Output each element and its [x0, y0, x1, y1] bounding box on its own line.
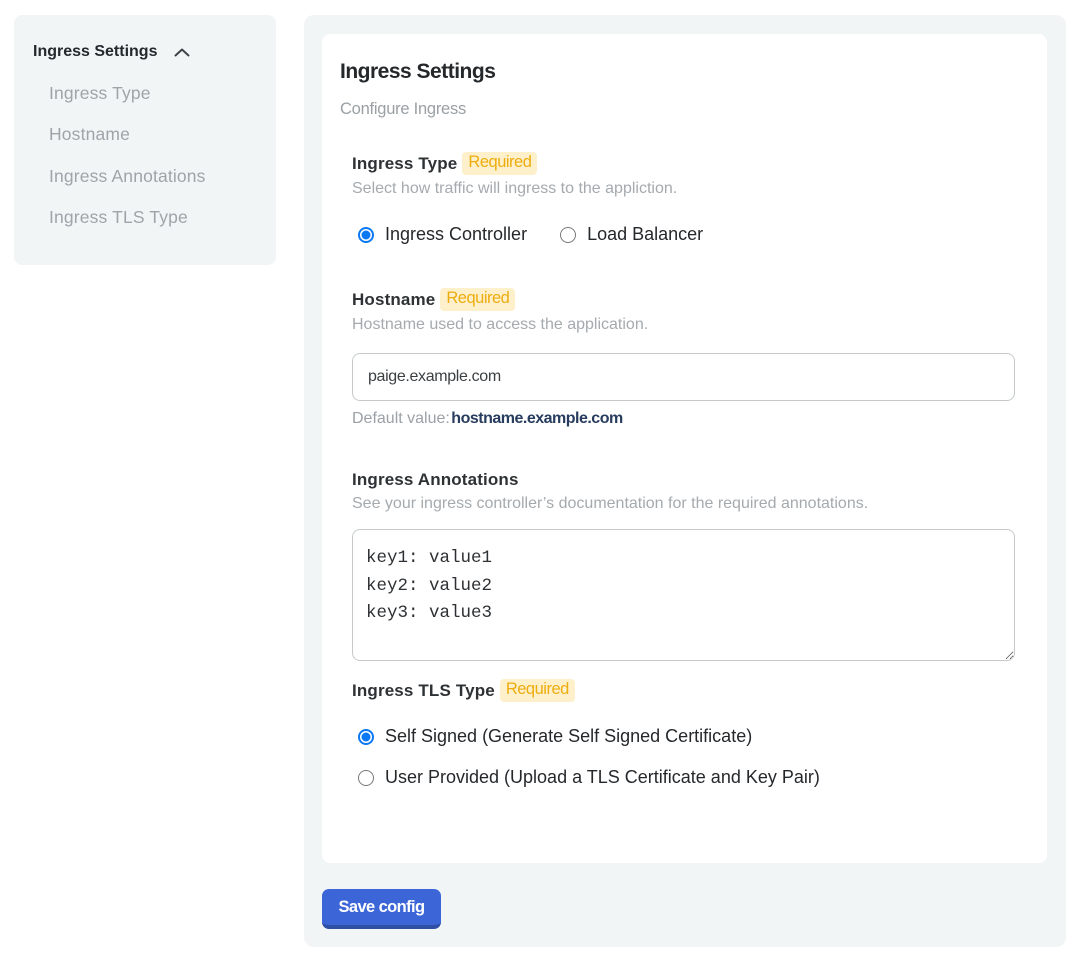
- section-hostname: Hostname Required Hostname used to acces…: [352, 288, 1017, 428]
- sidebar-group-header[interactable]: Ingress Settings: [33, 43, 256, 61]
- hostname-input[interactable]: [352, 353, 1015, 401]
- required-badge: Required: [440, 288, 515, 311]
- radio-load-balancer[interactable]: Load Balancer: [554, 225, 703, 244]
- ingress-type-radio-group: Ingress Controller Load Balancer: [352, 225, 1017, 244]
- sidebar-item-ingress-type[interactable]: Ingress Type: [33, 84, 256, 103]
- radio-unselected-icon[interactable]: [560, 227, 576, 243]
- sidebar-item-ingress-tls-type[interactable]: Ingress TLS Type: [33, 208, 256, 227]
- ingress-type-header-row: Ingress Type Required: [352, 152, 1017, 175]
- ingress-type-label: Ingress Type: [352, 154, 457, 174]
- save-config-button[interactable]: Save config: [322, 889, 441, 929]
- page-subtitle: Configure Ingress: [340, 100, 1017, 119]
- radio-user-provided[interactable]: User Provided (Upload a TLS Certificate …: [352, 768, 1017, 787]
- ingress-annotations-description: See your ingress controller’s documentat…: [352, 495, 1017, 513]
- ingress-annotations-textarea[interactable]: key1: value1 key2: value2 key3: value3: [352, 529, 1015, 661]
- required-badge: Required: [462, 152, 537, 175]
- sidebar-group-title: Ingress Settings: [33, 43, 157, 61]
- hostname-default-value: hostname.example.com: [451, 410, 622, 427]
- ingress-annotations-textarea-wrap: key1: value1 key2: value2 key3: value3: [352, 529, 1017, 661]
- radio-ingress-controller[interactable]: Ingress Controller: [352, 225, 527, 244]
- section-ingress-type: Ingress Type Required Select how traffic…: [352, 152, 1017, 244]
- radio-selected-icon[interactable]: [358, 729, 374, 745]
- hostname-description: Hostname used to access the application.: [352, 316, 1017, 334]
- ingress-annotations-header-row: Ingress Annotations: [352, 470, 1017, 490]
- hostname-label: Hostname: [352, 290, 435, 310]
- chevron-up-icon: [174, 48, 190, 57]
- ingress-tls-type-header-row: Ingress TLS Type Required: [352, 679, 1017, 702]
- section-ingress-tls-type: Ingress TLS Type Required Self Signed (G…: [352, 679, 1017, 787]
- hostname-input-wrap: [352, 353, 1017, 401]
- ingress-tls-type-label: Ingress TLS Type: [352, 681, 495, 701]
- hostname-default-line: Default value: hostname.example.com: [352, 410, 1017, 428]
- required-badge: Required: [500, 679, 575, 702]
- config-groups-sidebar: Ingress Settings Ingress Type Hostname I…: [14, 15, 276, 265]
- page-title: Ingress Settings: [340, 60, 1017, 84]
- sidebar-items: Ingress Type Hostname Ingress Annotation…: [33, 84, 256, 228]
- radio-selected-icon[interactable]: [358, 227, 374, 243]
- ingress-annotations-label: Ingress Annotations: [352, 470, 519, 490]
- config-main-panel: Ingress Settings Configure Ingress Ingre…: [304, 15, 1066, 947]
- section-ingress-annotations: Ingress Annotations See your ingress con…: [352, 470, 1017, 661]
- sidebar-item-hostname[interactable]: Hostname: [33, 125, 256, 144]
- hostname-default-label: Default value:: [352, 410, 450, 427]
- ingress-tls-radio-group: Self Signed (Generate Self Signed Certif…: [352, 727, 1017, 787]
- ingress-type-description: Select how traffic will ingress to the a…: [352, 180, 1017, 198]
- hostname-header-row: Hostname Required: [352, 288, 1017, 311]
- radio-unselected-icon[interactable]: [358, 770, 374, 786]
- radio-self-signed[interactable]: Self Signed (Generate Self Signed Certif…: [352, 727, 1017, 746]
- config-card: Ingress Settings Configure Ingress Ingre…: [322, 34, 1047, 863]
- sidebar-item-ingress-annotations[interactable]: Ingress Annotations: [33, 167, 256, 186]
